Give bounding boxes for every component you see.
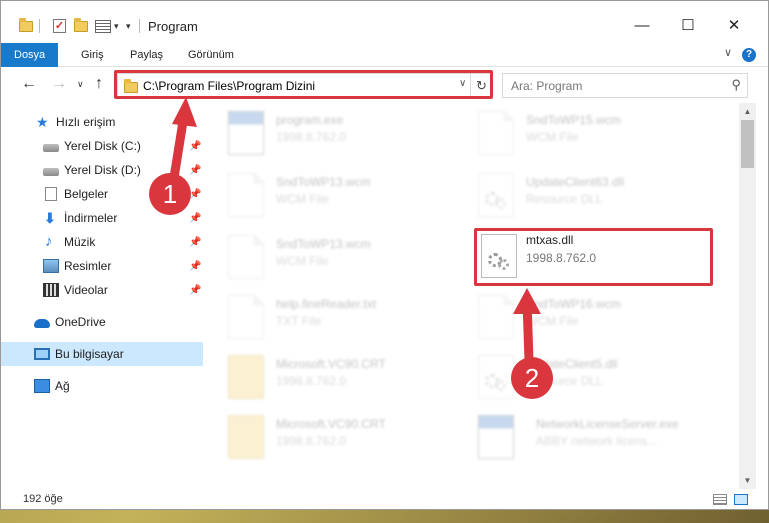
explorer-window: ✓ ▾ ▾ Program — ☐ ✕ Dosya Giriş Paylaş G…: [0, 0, 769, 510]
step-1-marker: 1: [149, 173, 191, 215]
step-2-marker: 2: [511, 357, 553, 399]
callout-arrows: [168, 97, 541, 362]
arrow-2-head: [513, 288, 541, 314]
arrow-1-head: [172, 97, 197, 127]
